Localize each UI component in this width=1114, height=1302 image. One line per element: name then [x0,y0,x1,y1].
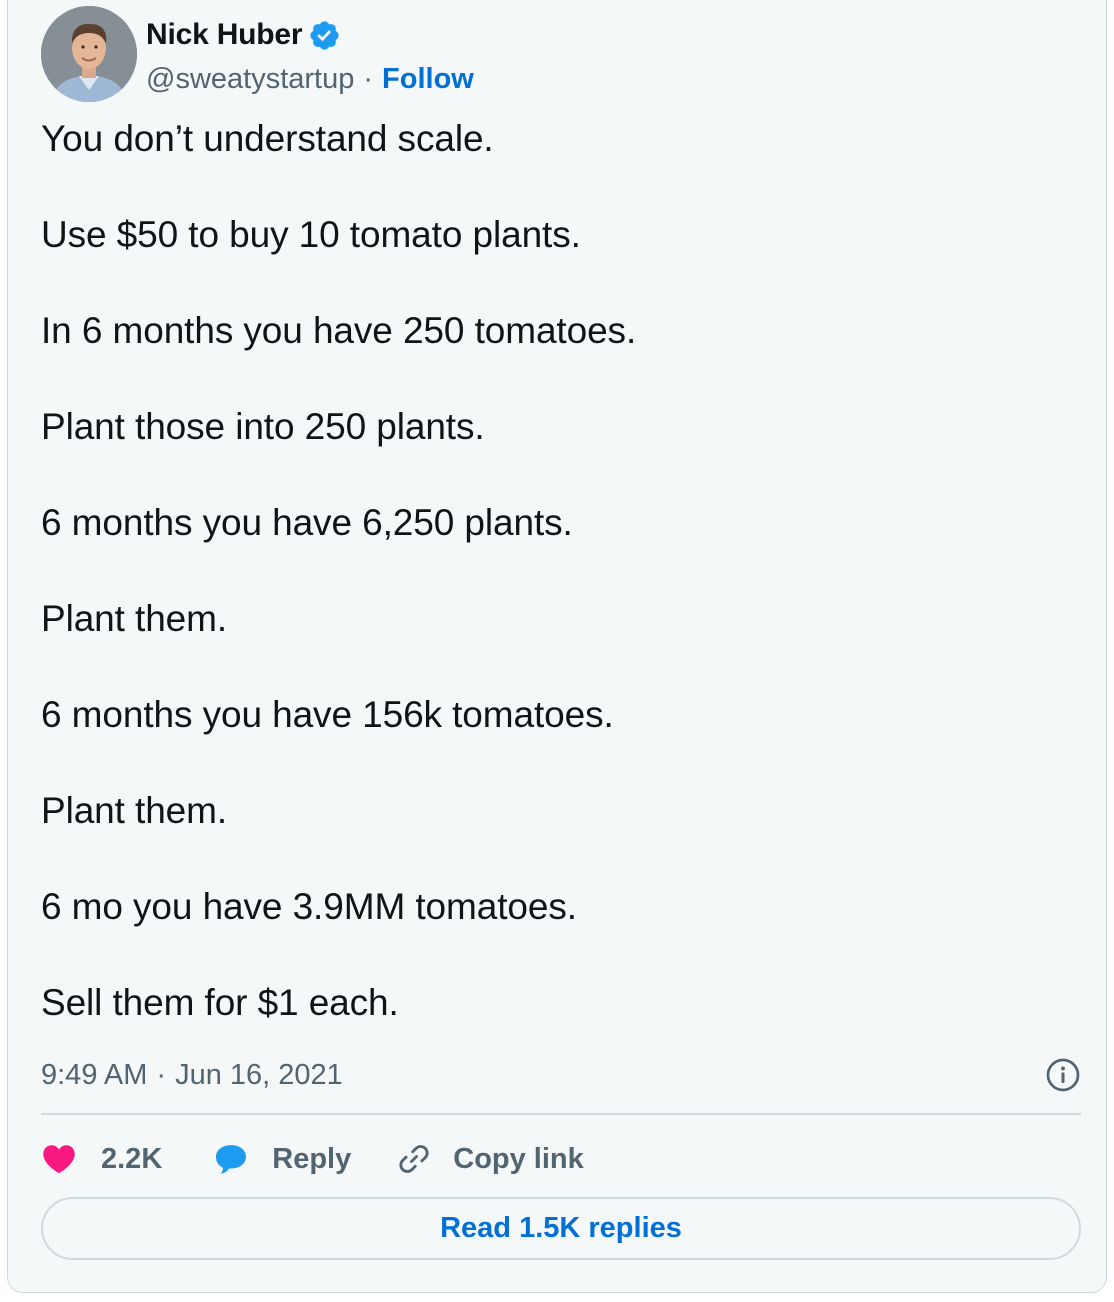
tweet-line: Use $50 to buy 10 tomato plants. [41,214,581,255]
tweet-time: 9:49 AM [41,1058,148,1091]
like-count: 2.2K [101,1142,163,1175]
avatar[interactable] [41,6,137,102]
heart-icon [43,1145,75,1174]
author-handle[interactable]: @sweatystartup [146,63,354,96]
link-icon [399,1145,429,1173]
tweet-line: 6 months you have 156k tomatoes. [41,694,614,735]
like-button[interactable]: 2.2K [41,1141,162,1177]
tweet-text: You don’t understand scale. Use $50 to b… [41,115,1081,1027]
tweet-line: You don’t understand scale. [41,118,494,159]
tweet-line: Plant them. [41,598,228,639]
tweet-actions: 2.2K Reply Copy link [41,1135,584,1183]
timestamp[interactable]: 9:49 AM · Jun 16, 2021 [41,1059,343,1092]
reply-button[interactable]: Reply [212,1140,351,1178]
tweet-card: Nick Huber @sweatystartup · Follow You d… [7,0,1107,1293]
handle-separator: · [363,62,374,95]
tweet-meta: 9:49 AM · Jun 16, 2021 [41,1055,1081,1095]
tweet-line: Plant them. [41,790,228,831]
follow-button[interactable]: Follow [382,63,474,96]
time-separator: · [156,1058,167,1091]
avatar-image [41,6,137,102]
tweet-line: Plant those into 250 plants. [41,406,485,447]
author-handle-row: @sweatystartup · Follow [146,59,474,99]
speech-bubble-icon [216,1145,247,1174]
author-name-row: Nick Huber [146,15,341,55]
tweet-date: Jun 16, 2021 [175,1058,343,1091]
tweet-line: 6 mo you have 3.9MM tomatoes. [41,886,577,927]
reply-label: Reply [272,1142,352,1175]
read-replies-button[interactable]: Read 1.5K replies [41,1197,1081,1260]
tweet-line: In 6 months you have 250 tomatoes. [41,310,637,351]
author-name[interactable]: Nick Huber [146,18,303,52]
tweet-line: 6 months you have 6,250 plants. [41,502,573,543]
copy-link-button[interactable]: Copy link [395,1140,584,1178]
info-icon[interactable] [1045,1057,1081,1093]
verified-badge-icon [310,20,339,50]
read-replies-label: Read 1.5K replies [440,1212,682,1244]
tweet-line: Sell them for $1 each. [41,982,399,1023]
divider [41,1113,1081,1115]
copy-link-label: Copy link [453,1142,584,1175]
